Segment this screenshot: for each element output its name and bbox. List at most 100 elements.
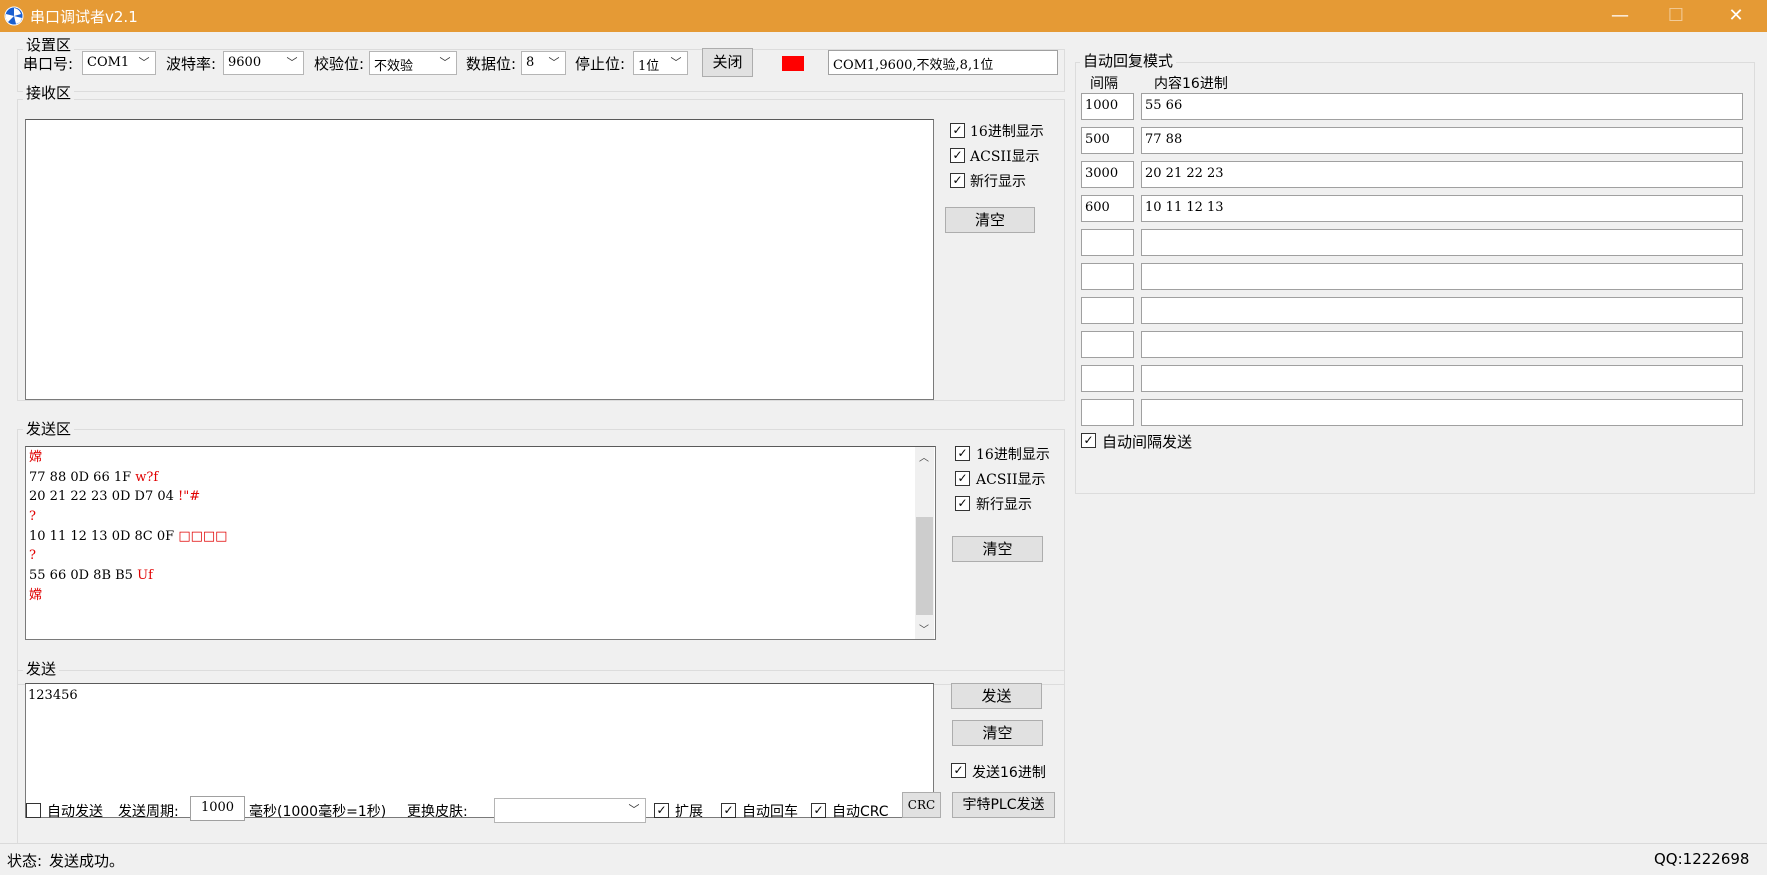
expand-checkbox[interactable]: ✓ bbox=[654, 803, 669, 818]
crc-button[interactable]: CRC bbox=[902, 792, 941, 818]
interval-input[interactable]: 3000 bbox=[1081, 161, 1134, 188]
interval-input[interactable] bbox=[1081, 365, 1134, 392]
receive-group-title: 接收区 bbox=[23, 82, 75, 103]
interval-input[interactable]: 500 bbox=[1081, 127, 1134, 154]
send-area-scrollbar[interactable]: ︿ ﹀ bbox=[915, 447, 934, 639]
content-input[interactable]: 10 11 12 13 bbox=[1141, 195, 1743, 222]
send-line: ? bbox=[29, 546, 909, 566]
port-select[interactable]: COM1 ﹀ bbox=[82, 51, 156, 75]
auto-reply-row bbox=[1081, 263, 1745, 290]
send-line: 嫦 bbox=[29, 586, 909, 606]
qq-label: QQ:1222698 bbox=[1654, 850, 1750, 868]
auto-cr-checkbox[interactable]: ✓ bbox=[721, 803, 736, 818]
stopbits-select[interactable]: 1位 ﹀ bbox=[633, 51, 688, 75]
send-clear-button[interactable]: 清空 bbox=[952, 720, 1043, 746]
receive-ascii-checkbox[interactable]: ✓ bbox=[950, 148, 965, 163]
send-line-ascii: □□□□ bbox=[178, 528, 228, 544]
scroll-up-icon[interactable]: ︿ bbox=[919, 449, 929, 464]
send-line: 嫦 bbox=[29, 448, 909, 468]
expand-label: 扩展 bbox=[675, 804, 703, 820]
auto-reply-row bbox=[1081, 297, 1745, 324]
content-input[interactable] bbox=[1141, 331, 1743, 358]
interval-input[interactable]: 1000 bbox=[1081, 93, 1134, 120]
send-area-lines: 嫦 77 88 0D 66 1F w?f 20 21 22 23 0D D7 0… bbox=[29, 448, 909, 606]
baud-select[interactable]: 9600 ﹀ bbox=[223, 51, 304, 75]
content-input[interactable]: 55 66 bbox=[1141, 93, 1743, 120]
send-line: ? bbox=[29, 507, 909, 527]
period-input[interactable]: 1000 bbox=[190, 796, 245, 821]
send-button[interactable]: 发送 bbox=[951, 683, 1042, 709]
send-line-hex: 77 88 0D 66 1F bbox=[29, 469, 132, 485]
send-area-newline-checkbox[interactable]: ✓ bbox=[955, 496, 970, 511]
auto-cr-label: 自动回车 bbox=[742, 804, 798, 820]
send-area-newline-label: 新行显示 bbox=[976, 497, 1032, 513]
databits-select[interactable]: 8 ﹀ bbox=[521, 51, 566, 75]
receive-clear-button[interactable]: 清空 bbox=[945, 207, 1035, 233]
scrollbar-thumb[interactable] bbox=[916, 517, 933, 615]
status-bar: 状态: 发送成功。 QQ:1222698 bbox=[0, 843, 1767, 875]
window-title: 串口调试者v2.1 bbox=[30, 8, 138, 26]
auto-reply-row: 1000 55 66 bbox=[1081, 93, 1745, 120]
receive-newline-checkbox[interactable]: ✓ bbox=[950, 173, 965, 188]
port-status-indicator bbox=[782, 56, 804, 71]
close-window-button[interactable]: ✕ bbox=[1708, 0, 1764, 32]
receive-ascii-label: ACSII显示 bbox=[970, 149, 1040, 165]
interval-input[interactable] bbox=[1081, 399, 1134, 426]
interval-input[interactable] bbox=[1081, 331, 1134, 358]
client-area: 设置区 串口号: COM1 ﹀ 波特率: 9600 ﹀ 校验位: 不效验 ﹀ 数据位:… bbox=[0, 32, 1767, 875]
content-input[interactable]: 20 21 22 23 bbox=[1141, 161, 1743, 188]
chevron-down-icon: ﹀ bbox=[628, 803, 640, 816]
skin-select[interactable]: ﹀ bbox=[494, 798, 646, 823]
send-area-ascii-checkbox[interactable]: ✓ bbox=[955, 471, 970, 486]
send-line-ascii: !"# bbox=[178, 489, 201, 505]
receive-textarea[interactable] bbox=[25, 119, 934, 400]
content-input[interactable] bbox=[1141, 263, 1743, 290]
interval-input[interactable] bbox=[1081, 229, 1134, 256]
auto-send-checkbox[interactable] bbox=[26, 803, 41, 818]
content-header: 内容16进制 bbox=[1154, 76, 1228, 92]
send-line-ascii: Uf bbox=[137, 568, 153, 584]
interval-input[interactable]: 600 bbox=[1081, 195, 1134, 222]
send-line-ascii: w?f bbox=[135, 469, 159, 485]
maximize-button[interactable]: ☐ bbox=[1648, 0, 1704, 32]
send-area-hex-checkbox[interactable]: ✓ bbox=[955, 446, 970, 461]
send-hex-checkbox[interactable]: ✓ bbox=[951, 763, 966, 778]
auto-interval-send-checkbox[interactable]: ✓ bbox=[1081, 433, 1096, 448]
interval-input[interactable] bbox=[1081, 297, 1134, 324]
send-area-ascii-label: ACSII显示 bbox=[976, 472, 1046, 488]
send-area-clear-button[interactable]: 清空 bbox=[952, 536, 1043, 562]
receive-hex-checkbox[interactable]: ✓ bbox=[950, 123, 965, 138]
send-line: 20 21 22 23 0D D7 04 !"# bbox=[29, 487, 909, 507]
chevron-down-icon: ﹀ bbox=[286, 56, 298, 69]
chevron-down-icon: ﹀ bbox=[439, 56, 451, 69]
send-line-ascii: ? bbox=[29, 548, 36, 564]
auto-reply-group-title: 自动回复模式 bbox=[1080, 50, 1177, 71]
send-group-title: 发送 bbox=[23, 658, 60, 679]
content-input[interactable] bbox=[1141, 229, 1743, 256]
send-area-group-title: 发送区 bbox=[23, 418, 75, 439]
parity-select[interactable]: 不效验 ﹀ bbox=[369, 51, 457, 75]
port-status-field[interactable]: COM1,9600,不效验,8,1位 bbox=[828, 50, 1058, 75]
minimize-button[interactable]: — bbox=[1592, 0, 1648, 32]
content-input[interactable] bbox=[1141, 399, 1743, 426]
auto-reply-row bbox=[1081, 365, 1745, 392]
app-icon bbox=[4, 6, 24, 26]
auto-reply-row bbox=[1081, 331, 1745, 358]
auto-crc-checkbox[interactable]: ✓ bbox=[811, 803, 826, 818]
content-input[interactable] bbox=[1141, 365, 1743, 392]
auto-crc-label: 自动CRC bbox=[832, 804, 889, 820]
receive-newline-label: 新行显示 bbox=[970, 174, 1026, 190]
interval-input[interactable] bbox=[1081, 263, 1134, 290]
databits-value: 8 bbox=[526, 55, 535, 70]
send-input[interactable]: 123456 bbox=[25, 683, 934, 818]
plc-send-button[interactable]: 宇特PLC发送 bbox=[952, 792, 1055, 818]
stopbits-value: 1位 bbox=[638, 59, 660, 74]
send-area-textarea[interactable]: 嫦 77 88 0D 66 1F w?f 20 21 22 23 0D D7 0… bbox=[25, 446, 936, 640]
send-line-hex: 20 21 22 23 0D D7 04 bbox=[29, 489, 174, 505]
close-port-button[interactable]: 关闭 bbox=[702, 48, 753, 77]
content-input[interactable] bbox=[1141, 297, 1743, 324]
port-label: 串口号: bbox=[23, 55, 74, 73]
period-label: 发送周期: bbox=[118, 804, 179, 820]
scroll-down-icon[interactable]: ﹀ bbox=[919, 621, 929, 636]
content-input[interactable]: 77 88 bbox=[1141, 127, 1743, 154]
